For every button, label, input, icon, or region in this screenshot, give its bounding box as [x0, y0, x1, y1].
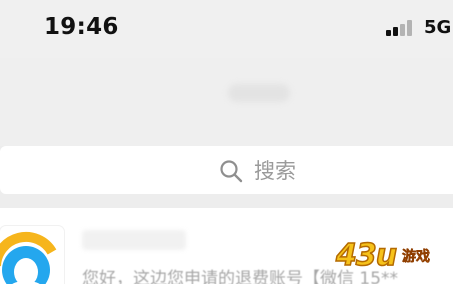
watermark-logo-digits: 43u: [335, 237, 398, 274]
qq-penguin-icon: [0, 231, 57, 284]
status-time: 19:46: [44, 14, 119, 40]
search-bar[interactable]: 搜索: [0, 146, 453, 194]
avatar: [0, 226, 64, 284]
watermark-logo-text: 游戏: [402, 249, 431, 266]
search-icon: [220, 160, 243, 183]
status-bar: 19:46 5G: [0, 0, 453, 58]
blurred-contact-name: [82, 230, 186, 250]
navigation-bar: [0, 58, 453, 146]
blurred-title: [228, 84, 290, 102]
signal-strength-icon: [386, 20, 416, 38]
section-divider: [0, 194, 453, 208]
site-watermark: 43u 游戏: [335, 236, 453, 284]
network-type: 5G: [424, 17, 452, 38]
search-placeholder: 搜索: [254, 159, 296, 183]
search-content[interactable]: 搜索: [218, 156, 296, 186]
